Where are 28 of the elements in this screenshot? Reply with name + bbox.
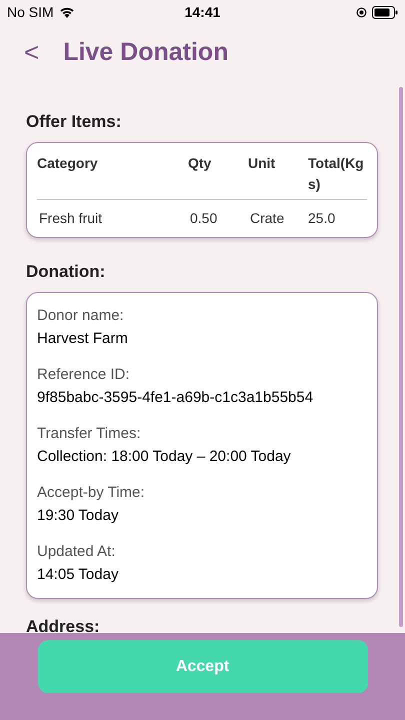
section-heading: Offer Items: bbox=[26, 112, 122, 132]
section-heading: Address: bbox=[26, 617, 101, 637]
field-label: Updated At: bbox=[37, 542, 116, 562]
field-value: Harvest Farm bbox=[37, 329, 129, 349]
field-value: 14:05 Today bbox=[37, 565, 120, 585]
battery-icon bbox=[372, 6, 398, 18]
field-label: Reference ID: bbox=[37, 365, 131, 385]
column-header: Category bbox=[37, 154, 99, 173]
column-header: Unit bbox=[248, 154, 276, 173]
field-label: Accept-by Time: bbox=[37, 483, 146, 503]
section-heading: Donation: bbox=[26, 262, 106, 282]
back-button[interactable]: < bbox=[20, 39, 44, 65]
table-cell-text: 0.50 bbox=[189, 209, 218, 228]
field-value: 19:30 Today bbox=[37, 506, 120, 526]
table-cell-text: 25.0 bbox=[308, 209, 336, 228]
wifi-icon bbox=[58, 6, 75, 18]
carrier-label: No SIM bbox=[7, 4, 54, 20]
page-title: Live Donation bbox=[63, 38, 228, 66]
orientation-lock-icon bbox=[356, 6, 367, 18]
field-label: Donor name: bbox=[37, 306, 125, 326]
field-label: Transfer Times: bbox=[37, 424, 142, 444]
table-cell-text: Crate bbox=[249, 209, 286, 228]
field-value: Collection: 18:00 Today – 20:00 Today bbox=[37, 447, 292, 467]
clock: 14:41 bbox=[184, 4, 220, 20]
column-header: Qty bbox=[188, 154, 212, 173]
table-cell-text: Fresh fruit bbox=[38, 209, 104, 228]
field-value: 9f85babc-3595-4fe1-a69b-c1c3a1b55b54 bbox=[37, 388, 314, 408]
column-header: Total(Kgs) bbox=[308, 154, 365, 194]
